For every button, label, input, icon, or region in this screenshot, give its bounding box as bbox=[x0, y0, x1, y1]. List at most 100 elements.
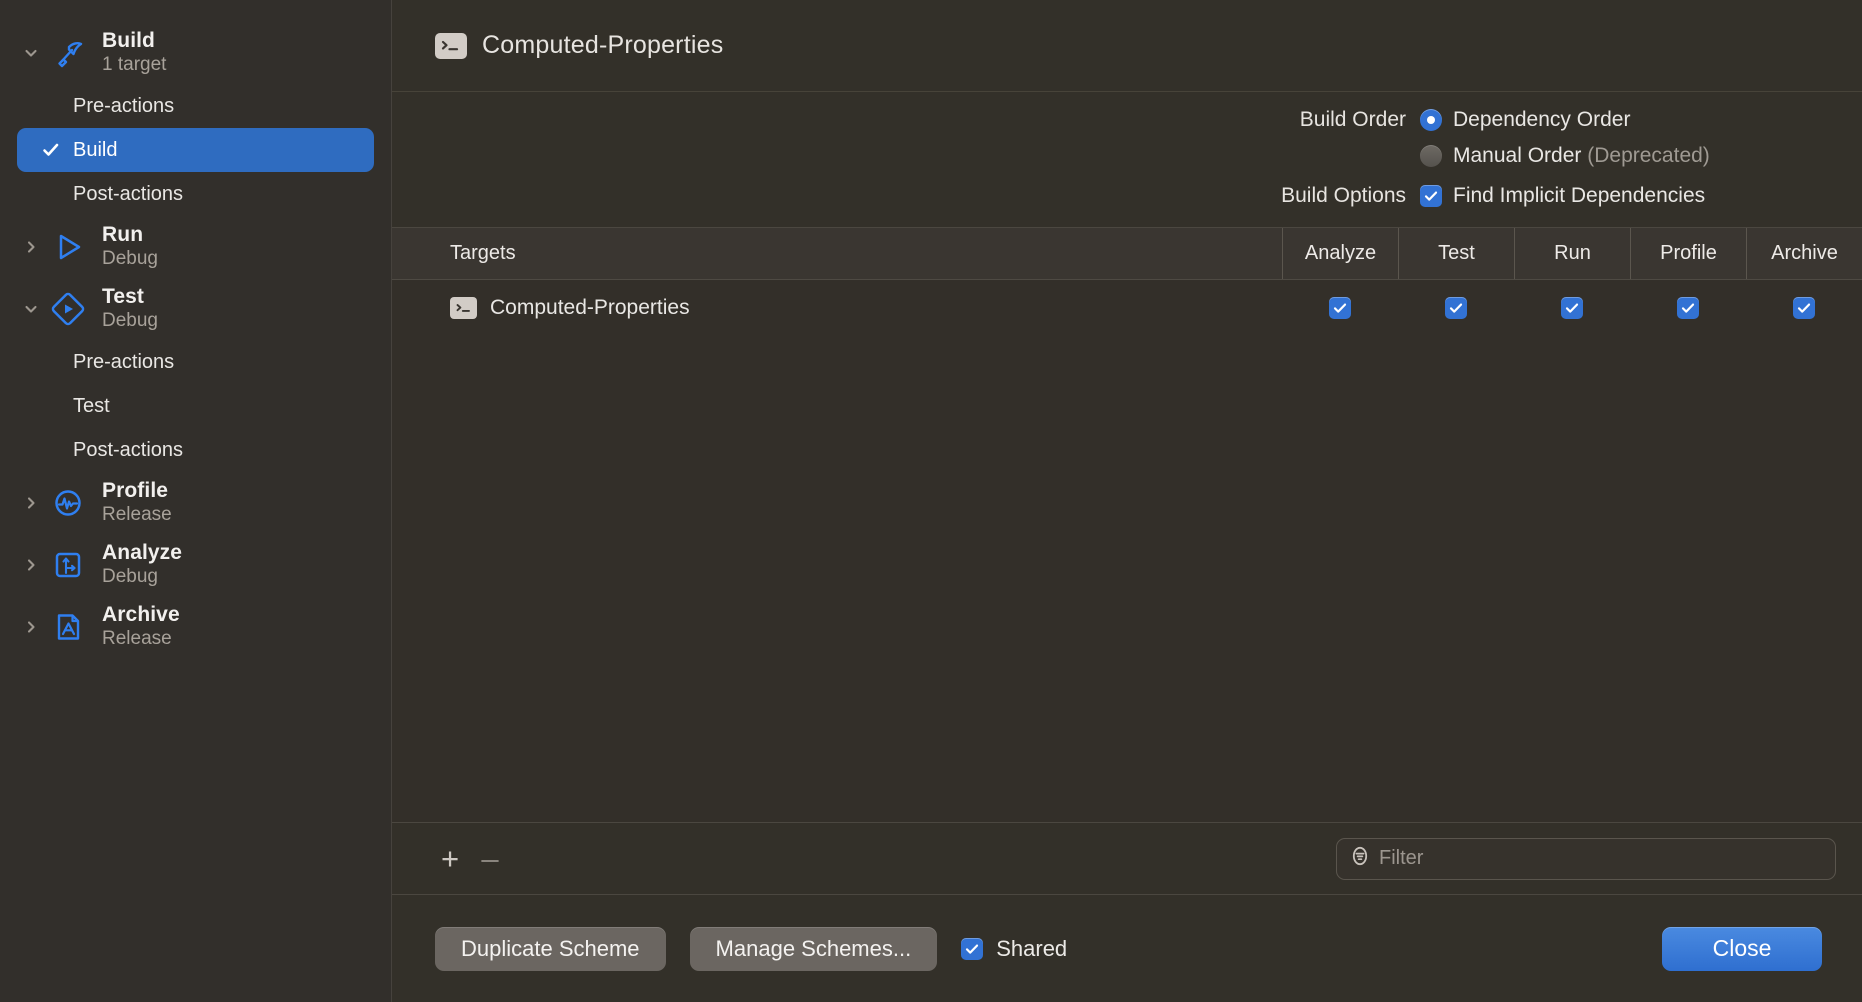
cell-analyze bbox=[1282, 280, 1398, 336]
build-options-row: Build Options Find Implicit Dependencies bbox=[392, 178, 1862, 214]
cell-test bbox=[1398, 280, 1514, 336]
checkbox-analyze[interactable] bbox=[1329, 297, 1351, 319]
targets-table-toolbar: + – Filter bbox=[392, 822, 1862, 894]
branch-square-icon bbox=[46, 543, 90, 587]
manage-schemes-button[interactable]: Manage Schemes... bbox=[689, 926, 938, 971]
sidebar-group-title: Test bbox=[102, 285, 145, 309]
sidebar-item-label: Test bbox=[73, 394, 110, 417]
remove-target-button[interactable]: – bbox=[470, 839, 510, 879]
sidebar-item-label: Post-actions bbox=[73, 438, 184, 461]
scheme-title-bar: Computed-Properties bbox=[392, 0, 1862, 92]
radio-manual-order-label: Manual Order (Deprecated) bbox=[1453, 144, 1710, 168]
filter-placeholder: Filter bbox=[1379, 847, 1424, 869]
shared-label: Shared bbox=[996, 935, 1068, 961]
waveform-circle-icon bbox=[46, 481, 90, 525]
cell-profile bbox=[1630, 280, 1746, 336]
checkbox-shared[interactable] bbox=[961, 937, 984, 960]
sidebar-group-subtitle: Release bbox=[102, 628, 172, 650]
shared-checkbox-group[interactable]: Shared bbox=[961, 936, 1067, 962]
radio-dependency-order-label: Dependency Order bbox=[1453, 108, 1631, 131]
sidebar-item-label: Post-actions bbox=[73, 182, 184, 205]
hammer-icon bbox=[46, 31, 90, 75]
close-button[interactable]: Close bbox=[1662, 926, 1822, 971]
column-header-targets[interactable]: Targets bbox=[392, 228, 1282, 279]
sidebar-group-build: Build 1 target Pre-actions Build Post-ac… bbox=[0, 22, 391, 216]
column-header-analyze[interactable]: Analyze bbox=[1282, 228, 1398, 279]
scheme-editor-window: Build 1 target Pre-actions Build Post-ac… bbox=[0, 0, 1862, 1002]
sidebar-item-build[interactable]: Build 1 target bbox=[0, 22, 391, 84]
chevron-right-icon[interactable] bbox=[18, 552, 44, 578]
archive-document-icon bbox=[46, 605, 90, 649]
build-order-label: Build Order bbox=[1299, 108, 1406, 131]
sidebar-group-title: Run bbox=[102, 223, 144, 247]
sidebar-item-label: Build bbox=[73, 138, 118, 161]
diamond-play-icon bbox=[46, 287, 90, 331]
radio-manual-order[interactable] bbox=[1420, 145, 1442, 167]
radio-dependency-order[interactable] bbox=[1420, 109, 1442, 131]
checkbox-archive[interactable] bbox=[1793, 297, 1815, 319]
sidebar-group-run: Run Debug bbox=[0, 216, 391, 278]
deprecated-suffix: (Deprecated) bbox=[1587, 144, 1710, 167]
sidebar-item-label: Pre-actions bbox=[73, 350, 175, 373]
sidebar-item-test-post-actions[interactable]: Post-actions bbox=[17, 428, 374, 472]
column-header-archive[interactable]: Archive bbox=[1746, 228, 1862, 279]
duplicate-scheme-button[interactable]: Duplicate Scheme bbox=[435, 926, 666, 971]
checkbox-test[interactable] bbox=[1445, 297, 1467, 319]
sidebar-item-profile[interactable]: Profile Release bbox=[0, 472, 391, 534]
filter-field[interactable]: Filter bbox=[1336, 837, 1836, 880]
sidebar-item-test-pre-actions[interactable]: Pre-actions bbox=[17, 340, 374, 384]
checkbox-profile[interactable] bbox=[1677, 297, 1699, 319]
cell-run bbox=[1514, 280, 1630, 336]
sidebar-group-title: Analyze bbox=[102, 541, 183, 565]
chevron-down-icon[interactable] bbox=[18, 296, 44, 322]
sidebar-group-title: Build bbox=[102, 29, 155, 53]
chevron-right-icon[interactable] bbox=[18, 490, 44, 516]
cell-archive bbox=[1746, 280, 1862, 336]
page-title: Computed-Properties bbox=[482, 31, 724, 59]
build-order-row-2: Manual Order (Deprecated) bbox=[392, 138, 1862, 174]
play-triangle-icon bbox=[46, 225, 90, 269]
sidebar-item-archive[interactable]: Archive Release bbox=[0, 596, 391, 658]
table-row[interactable]: Computed-Properties bbox=[392, 280, 1862, 336]
filter-icon bbox=[1349, 845, 1371, 872]
scheme-detail-pane: Computed-Properties Build Order Dependen… bbox=[392, 0, 1862, 1002]
build-order-row-1: Build Order Dependency Order bbox=[392, 102, 1862, 138]
add-target-button[interactable]: + bbox=[430, 839, 470, 879]
chevron-down-icon[interactable] bbox=[18, 40, 44, 66]
sidebar-group-archive: Archive Release bbox=[0, 596, 391, 658]
sidebar-item-test[interactable]: Test Debug bbox=[0, 278, 391, 340]
build-options-panel: Build Order Dependency Order Manual Orde… bbox=[392, 92, 1862, 228]
sidebar-group-subtitle: Debug bbox=[102, 248, 158, 270]
sidebar-group-subtitle: Release bbox=[102, 504, 172, 526]
checkbox-find-implicit-dependencies[interactable] bbox=[1420, 185, 1442, 207]
sidebar-group-title: Archive bbox=[102, 603, 180, 627]
checkmark-icon bbox=[41, 140, 61, 160]
terminal-prompt-icon bbox=[450, 297, 477, 319]
sidebar-group-profile: Profile Release bbox=[0, 472, 391, 534]
sidebar-item-analyze[interactable]: Analyze Debug bbox=[0, 534, 391, 596]
find-implicit-dependencies-label: Find Implicit Dependencies bbox=[1453, 184, 1706, 207]
build-options-label: Build Options bbox=[1281, 184, 1406, 207]
terminal-prompt-icon bbox=[435, 32, 467, 59]
chevron-right-icon[interactable] bbox=[18, 614, 44, 640]
scheme-actions-sidebar: Build 1 target Pre-actions Build Post-ac… bbox=[0, 0, 392, 1002]
column-header-profile[interactable]: Profile bbox=[1630, 228, 1746, 279]
sidebar-group-subtitle: Debug bbox=[102, 566, 158, 588]
sidebar-item-build-pre-actions[interactable]: Pre-actions bbox=[17, 84, 374, 128]
sidebar-group-title: Profile bbox=[102, 479, 169, 503]
radio-manual-order-text: Manual Order bbox=[1453, 144, 1582, 167]
sidebar-item-build-post-actions[interactable]: Post-actions bbox=[17, 172, 374, 216]
sidebar-group-analyze: Analyze Debug bbox=[0, 534, 391, 596]
checkbox-run[interactable] bbox=[1561, 297, 1583, 319]
sidebar-group-text: Build 1 target bbox=[102, 30, 166, 75]
sidebar-item-label: Pre-actions bbox=[73, 94, 175, 117]
targets-table-header: Targets Analyze Test Run Profile Archive bbox=[392, 228, 1862, 280]
sidebar-item-run[interactable]: Run Debug bbox=[0, 216, 391, 278]
sidebar-group-subtitle: Debug bbox=[102, 310, 158, 332]
sidebar-item-build-build[interactable]: Build bbox=[17, 128, 374, 172]
dialog-footer: Duplicate Scheme Manage Schemes... Share… bbox=[392, 894, 1862, 1002]
sidebar-item-test-test[interactable]: Test bbox=[17, 384, 374, 428]
chevron-right-icon[interactable] bbox=[18, 234, 44, 260]
column-header-run[interactable]: Run bbox=[1514, 228, 1630, 279]
column-header-test[interactable]: Test bbox=[1398, 228, 1514, 279]
